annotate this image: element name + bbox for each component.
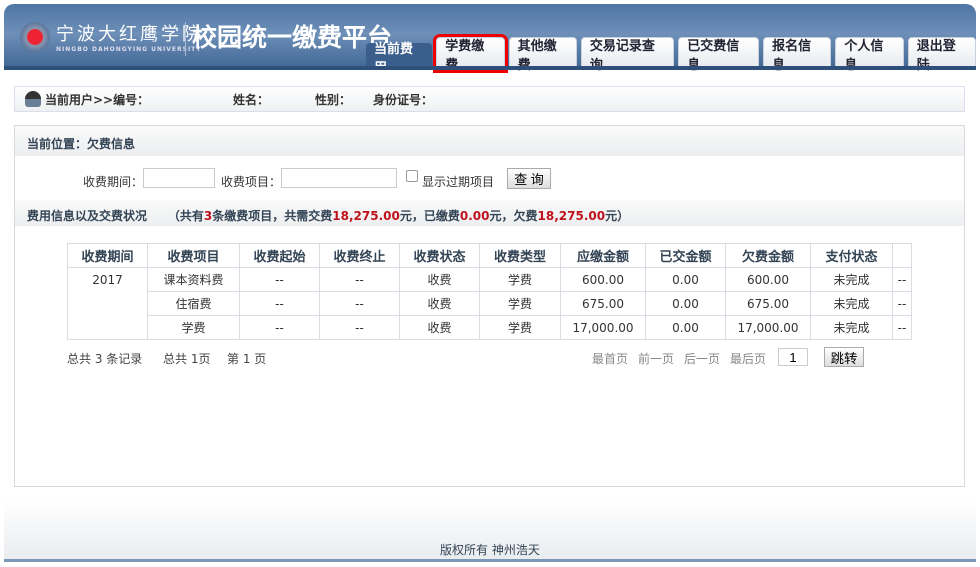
content-panel: 当前位置：欠费信息 收费期间： 收费项目： 显示过期项目 查 询 费用信息以及交… [14, 125, 965, 487]
column-header: 收费起始 [239, 243, 320, 268]
pagination: 总共 3 条记录 总共 1页 第 1 页 最首页 前一页 后一页 最后页 跳转 [67, 347, 913, 368]
search-form: 收费期间： 收费项目： 显示过期项目 查 询 [15, 168, 964, 192]
table-cell: 收费 [399, 291, 480, 316]
next-page-link[interactable]: 后一页 [684, 350, 720, 367]
table-row: 2017 课本资料费 -- -- 收费 学费 600.00 0.00 600.00 未完成 -- [67, 267, 912, 340]
table-cell: 学费 [479, 291, 561, 316]
table-cell: 675.00 [560, 291, 646, 316]
column-header: 收费状态 [399, 243, 480, 268]
item-input[interactable] [281, 168, 397, 188]
copyright: 版权所有 神州浩天 [440, 543, 540, 557]
summary-text: 元，欠费 [489, 209, 538, 223]
table-cell: 17,000.00 [725, 315, 811, 340]
period-input[interactable] [143, 168, 215, 188]
table-cell: -- [319, 315, 400, 340]
user-idcard-label: 身份证号： [373, 92, 434, 107]
user-bar: 当前用户>>编号： 姓名： 性别： 身份证号： [14, 86, 965, 112]
table-cell: 0.00 [645, 291, 726, 316]
column-header: 收费类型 [479, 243, 561, 268]
table-row: 住宿费 -- -- 收费 学费 675.00 0.00 675.00 未完成 -- [68, 291, 912, 316]
table-cell: 住宿费 [147, 291, 240, 316]
column-header: 支付状态 [810, 243, 893, 268]
item-label: 收费项目： [221, 175, 282, 189]
total-paid: 0.00 [459, 209, 490, 223]
header-divider [4, 66, 976, 70]
table-cell: 学费 [479, 267, 561, 292]
table-cell: 0.00 [645, 315, 726, 340]
table-cell: 17,000.00 [560, 315, 646, 340]
table-cell: -- [892, 315, 912, 340]
table-cell: 学费 [479, 315, 561, 340]
table-cell: 课本资料费 [147, 267, 240, 292]
fee-summary: 费用信息以及交费状况 （共有3条缴费项目，共需交费18,275.00元，已缴费0… [15, 200, 964, 226]
page-input[interactable] [778, 348, 808, 366]
table-cell: 600.00 [725, 267, 811, 292]
column-header: 收费终止 [319, 243, 400, 268]
user-id-label: 当前用户>>编号： [45, 92, 150, 107]
table-cell: 600.00 [560, 267, 646, 292]
table-cell: 收费 [399, 315, 480, 340]
table-cell: -- [239, 267, 320, 292]
first-page-link[interactable]: 最首页 [592, 350, 628, 367]
table-cell: 未完成 [810, 291, 893, 316]
table-cell: -- [319, 267, 400, 292]
prev-page-link[interactable]: 前一页 [638, 350, 674, 367]
user-name-label: 姓名： [233, 92, 270, 107]
table-cell: 未完成 [810, 315, 893, 340]
current-page: 第 1 页 [227, 352, 267, 366]
column-header: 应缴金额 [560, 243, 646, 268]
platform-title: 校园统一缴费平台 [192, 23, 393, 52]
last-page-link[interactable]: 最后页 [730, 350, 766, 367]
user-icon [25, 91, 41, 107]
period-label: 收费期间： [83, 175, 144, 189]
period-cell: 2017 [67, 267, 148, 340]
table-cell: 未完成 [810, 267, 893, 292]
column-header: 收费项目 [147, 243, 240, 268]
record-count: 总共 3 条记录 [67, 352, 143, 366]
summary-text: 元） [605, 209, 630, 223]
summary-title: 费用信息以及交费状况 [27, 209, 148, 223]
header: 宁波大红鹰学院 NINGBO DAHONGYING UNIVERSITY 校园统… [4, 4, 976, 76]
table-cell: 收费 [399, 267, 480, 292]
summary-text: （共有 [167, 209, 204, 223]
table-cell: 675.00 [725, 291, 811, 316]
show-expired-checkbox[interactable] [406, 170, 418, 182]
table-cell: -- [239, 291, 320, 316]
table-cell: 0.00 [645, 267, 726, 292]
total-due: 18,275.00 [332, 209, 400, 223]
column-header: 欠费金额 [725, 243, 811, 268]
table-row: 学费 -- -- 收费 学费 17,000.00 0.00 17,000.00 未完成 -- [68, 315, 912, 340]
show-expired-label: 显示过期项目 [422, 175, 495, 189]
fee-table: 收费期间 收费项目 收费起始 收费终止 收费状态 收费类型 应缴金额 已交金额 欠费金额 支付状态… [67, 243, 912, 340]
total-owed: 18,275.00 [537, 209, 606, 223]
table-cell: -- [319, 291, 400, 316]
table-cell: 学费 [147, 315, 240, 340]
jump-button[interactable]: 跳转 [824, 347, 864, 367]
breadcrumb: 当前位置：欠费信息 [15, 126, 964, 156]
summary-text: 条缴费项目，共需交费 [212, 209, 333, 223]
column-header [892, 243, 912, 268]
user-gender-label: 性别： [315, 92, 352, 107]
column-header: 已交金额 [645, 243, 726, 268]
table-cell: -- [892, 291, 912, 316]
page-count: 总共 1页 [163, 352, 211, 366]
query-button[interactable]: 查 询 [507, 168, 551, 189]
table-cell: -- [892, 267, 912, 292]
table-cell: -- [239, 315, 320, 340]
school-name-en: NINGBO DAHONGYING UNIVERSITY [56, 46, 202, 53]
column-header: 收费期间 [67, 243, 148, 268]
summary-text: 元，已缴费 [399, 209, 460, 223]
divider [185, 22, 186, 56]
university-logo [20, 22, 50, 52]
footer: 版权所有 神州浩天 [4, 500, 976, 562]
school-name: 宁波大红鹰学院 [56, 24, 203, 45]
